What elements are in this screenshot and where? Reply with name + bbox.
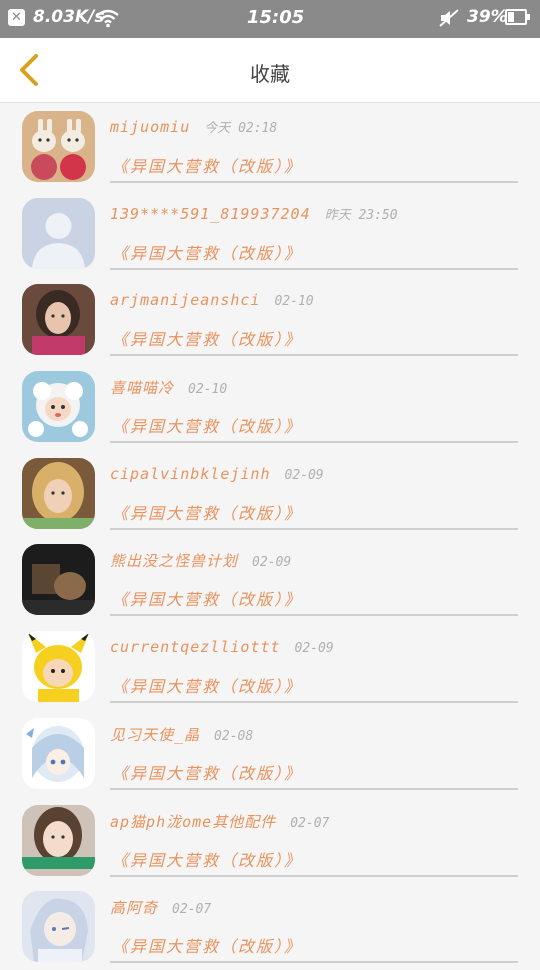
- favorite-time: 02-09: [294, 641, 334, 657]
- book-title[interactable]: 《异国大营救（改版）》: [112, 847, 302, 871]
- avatar-image: [22, 371, 95, 443]
- user-name[interactable]: 喜喵喵冷: [110, 379, 174, 397]
- list-item[interactable]: 熊出没之怪兽计划 02-09 《异国大营救（改版）》: [0, 536, 540, 623]
- clock-time: 15:05: [247, 7, 305, 28]
- divider: [110, 701, 518, 704]
- wifi-icon: [96, 8, 120, 32]
- status-bar: ✕ 8.03K/s 15:05 39%: [0, 0, 540, 38]
- divider: [110, 354, 518, 357]
- user-name[interactable]: 见习天使_晶: [110, 726, 200, 744]
- avatar[interactable]: [22, 111, 95, 182]
- avatar-image: [22, 197, 95, 269]
- favorites-list: mijuomiu 今天 02:18 《异国大营救（改版）》 139****591_…: [0, 103, 540, 970]
- favorite-time: 02-07: [290, 815, 330, 831]
- divider: [110, 874, 518, 877]
- item-header: 139****591_819937204 昨天 23:50: [110, 204, 398, 223]
- user-name[interactable]: currentqezlliottt: [110, 638, 281, 656]
- battery-icon: [505, 9, 527, 25]
- favorite-time: 昨天 23:50: [324, 207, 398, 223]
- avatar-image: [22, 631, 95, 703]
- book-title[interactable]: 《异国大营救（改版）》: [112, 500, 302, 524]
- user-name[interactable]: mijuomiu: [110, 118, 190, 136]
- divider: [110, 961, 518, 964]
- avatar[interactable]: [22, 284, 95, 356]
- item-header: 见习天使_晶 02-08: [110, 724, 253, 745]
- divider: [110, 441, 518, 444]
- list-item[interactable]: cipalvinbklejinh 02-09 《异国大营救（改版）》: [0, 450, 540, 537]
- list-item[interactable]: 139****591_819937204 昨天 23:50 《异国大营救（改版）》: [0, 190, 540, 277]
- book-title[interactable]: 《异国大营救（改版）》: [112, 586, 302, 610]
- avatar-image: [22, 457, 95, 529]
- avatar[interactable]: [22, 804, 95, 876]
- avatar[interactable]: [22, 717, 95, 789]
- item-header: 高阿奇 02-07: [110, 897, 211, 918]
- favorite-time: 02-10: [274, 294, 314, 310]
- avatar-image: [22, 804, 95, 876]
- item-header: arjmanijeanshci 02-10: [110, 290, 314, 309]
- book-title[interactable]: 《异国大营救（改版）》: [112, 933, 302, 957]
- list-item[interactable]: 见习天使_晶 02-08 《异国大营救（改版）》: [0, 710, 540, 797]
- book-title[interactable]: 《异国大营救（改版）》: [112, 240, 302, 264]
- item-header: mijuomiu 今天 02:18: [110, 117, 277, 136]
- favorite-time: 今天 02:18: [204, 121, 278, 136]
- avatar-image: [22, 891, 95, 963]
- close-notification-icon: ✕: [8, 9, 25, 26]
- avatar[interactable]: [22, 891, 95, 963]
- battery-level: [508, 12, 514, 22]
- favorite-time: 02-07: [172, 902, 212, 918]
- divider: [110, 614, 518, 617]
- book-title[interactable]: 《异国大营救（改版）》: [112, 153, 302, 177]
- favorite-time: 02-09: [252, 555, 292, 571]
- avatar[interactable]: [22, 631, 95, 703]
- book-title[interactable]: 《异国大营救（改版）》: [112, 760, 302, 784]
- book-title[interactable]: 《异国大营救（改版）》: [112, 673, 302, 697]
- list-item[interactable]: ap猫ph泷ome其他配件 02-07 《异国大营救（改版）》: [0, 797, 540, 884]
- net-speed: 8.03K/s: [33, 7, 105, 27]
- avatar-image: [22, 544, 95, 616]
- avatar-image: [22, 111, 95, 182]
- user-name[interactable]: ap猫ph泷ome其他配件: [110, 813, 276, 831]
- user-name[interactable]: arjmanijeanshci: [110, 291, 260, 309]
- item-header: ap猫ph泷ome其他配件 02-07: [110, 811, 329, 832]
- list-item[interactable]: currentqezlliottt 02-09 《异国大营救（改版）》: [0, 623, 540, 710]
- battery-tip: [527, 14, 530, 20]
- avatar[interactable]: [22, 457, 95, 529]
- book-title[interactable]: 《异国大营救（改版）》: [112, 413, 302, 437]
- list-item[interactable]: arjmanijeanshci 02-10 《异国大营救（改版）》: [0, 276, 540, 363]
- item-header: 熊出没之怪兽计划 02-09: [110, 550, 291, 571]
- avatar[interactable]: [22, 544, 95, 616]
- app-header: 收藏: [0, 38, 540, 103]
- item-header: 喜喵喵冷 02-10: [110, 377, 227, 398]
- item-header: currentqezlliottt 02-09: [110, 637, 334, 656]
- avatar-image: [22, 284, 95, 356]
- favorite-time: 02-09: [284, 467, 324, 483]
- favorite-time: 02-10: [188, 382, 228, 398]
- divider: [110, 527, 518, 530]
- divider: [110, 267, 518, 270]
- mute-icon: [438, 8, 460, 32]
- list-item[interactable]: 喜喵喵冷 02-10 《异国大营救（改版）》: [0, 363, 540, 450]
- battery-percent: 39%: [467, 7, 508, 27]
- user-name[interactable]: 139****591_819937204: [110, 205, 311, 223]
- user-name[interactable]: 高阿奇: [110, 899, 158, 917]
- avatar[interactable]: [22, 371, 95, 443]
- list-item[interactable]: mijuomiu 今天 02:18 《异国大营救（改版）》: [0, 103, 540, 190]
- divider: [110, 787, 518, 790]
- book-title[interactable]: 《异国大营救（改版）》: [112, 326, 302, 350]
- avatar-image: [22, 717, 95, 789]
- page-title: 收藏: [250, 62, 290, 86]
- user-name[interactable]: cipalvinbklejinh: [110, 465, 271, 483]
- divider: [110, 181, 518, 183]
- list-item[interactable]: 高阿奇 02-07 《异国大营救（改版）》: [0, 883, 540, 970]
- avatar[interactable]: [22, 197, 95, 269]
- user-name[interactable]: 熊出没之怪兽计划: [110, 552, 238, 570]
- item-header: cipalvinbklejinh 02-09: [110, 464, 324, 483]
- favorite-time: 02-08: [214, 728, 254, 744]
